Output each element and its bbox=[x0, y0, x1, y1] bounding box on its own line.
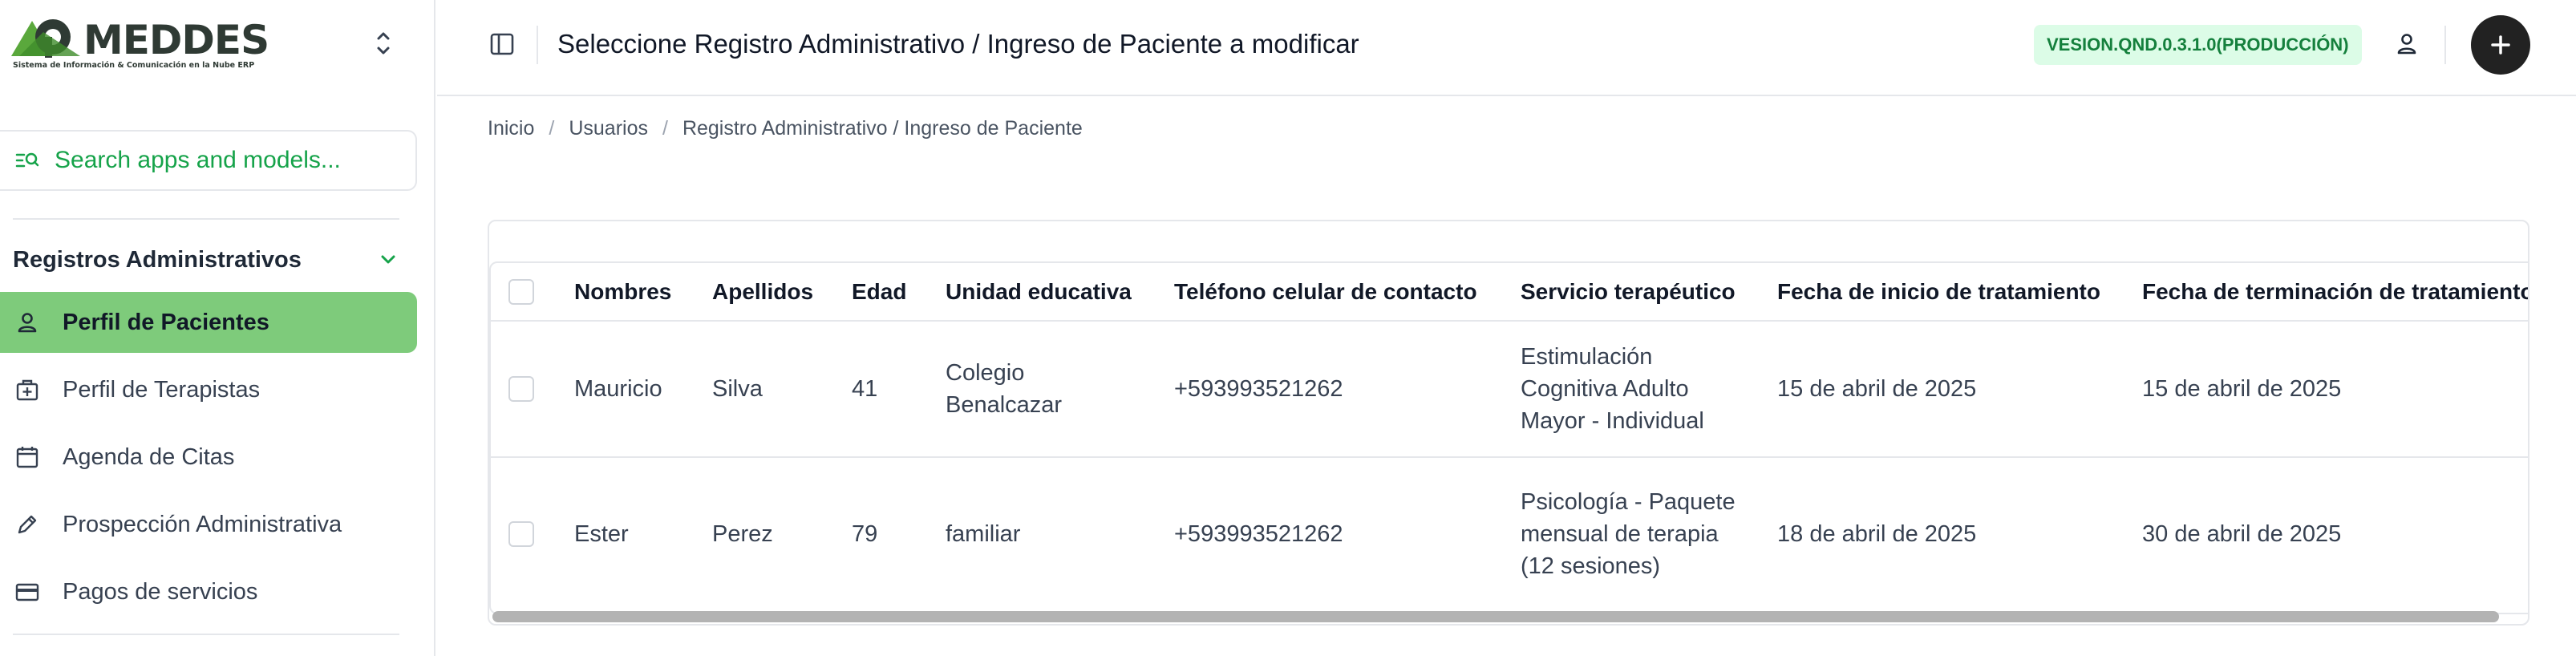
column-header[interactable]: Fecha de inicio de tratamiento bbox=[1777, 263, 2142, 322]
table-cell: 18 de abril de 2025 bbox=[1777, 520, 1977, 547]
table-cell: +593993521262 bbox=[1174, 321, 1521, 458]
meddes-logo-icon bbox=[11, 19, 80, 58]
table-cell: 79 bbox=[852, 520, 878, 547]
page-title: Seleccione Registro Administrativo / Ing… bbox=[557, 29, 1359, 59]
breadcrumb: Inicio / Usuarios / Registro Administrat… bbox=[488, 117, 1083, 140]
table-row[interactable]: Mauricio Silva 41 Colegio Benalcazar +59… bbox=[491, 321, 2528, 458]
table-cell[interactable]: Mauricio bbox=[574, 321, 712, 458]
sidebar-item-label: Prospección Administrativa bbox=[63, 511, 342, 537]
person-icon bbox=[18, 313, 37, 333]
table-cell: Psicología - Paquete mensual de terapia … bbox=[1521, 488, 1736, 579]
sidebar-item-agenda-citas[interactable]: Agenda de Citas bbox=[0, 427, 417, 488]
breadcrumb-separator: / bbox=[549, 117, 555, 140]
sidebar-group-title: Registros Administrativos bbox=[13, 246, 302, 273]
sidebar-toggle-icon[interactable] bbox=[488, 30, 516, 58]
header-divider bbox=[2444, 26, 2446, 64]
column-header[interactable]: Edad bbox=[852, 263, 946, 322]
user-icon[interactable] bbox=[2392, 30, 2421, 59]
row-checkbox[interactable] bbox=[508, 520, 534, 547]
table-cell: +593993521262 bbox=[1174, 520, 1343, 547]
add-button[interactable] bbox=[2471, 15, 2530, 75]
row-select-cell bbox=[491, 457, 574, 609]
brand-logo[interactable]: MEDDES Sistema de Información & Comunica… bbox=[11, 16, 269, 74]
table-cell: 15 de abril de 2025 bbox=[1777, 321, 2142, 458]
sidebar: MEDDES Sistema de Información & Comunica… bbox=[0, 0, 435, 656]
brand-name: MEDDES bbox=[83, 17, 269, 63]
breadcrumb-separator: / bbox=[662, 117, 668, 140]
select-all-cell bbox=[491, 263, 574, 322]
header-divider bbox=[537, 26, 538, 64]
breadcrumb-current: Registro Administrativo / Ingreso de Pac… bbox=[682, 117, 1083, 140]
sidebar-item-label: Pagos de servicios bbox=[63, 578, 258, 605]
column-header[interactable]: Unidad educativa bbox=[946, 263, 1174, 322]
table-cell: Silva bbox=[712, 321, 852, 458]
plus-icon bbox=[2491, 35, 2510, 55]
results-table-scroll: Nombres Apellidos Edad Unidad educativa … bbox=[489, 261, 2528, 614]
table-header-row: Nombres Apellidos Edad Unidad educativa … bbox=[491, 263, 2528, 322]
column-header[interactable]: Fecha de terminación de tratamiento bbox=[2142, 263, 2528, 322]
credit-card-icon bbox=[15, 583, 39, 601]
chevron-down-icon bbox=[381, 255, 395, 264]
table-cell: Estimulación Cognitiva Adulto Mayor - In… bbox=[1521, 321, 1777, 458]
search-input[interactable]: Search apps and models... bbox=[0, 130, 417, 191]
version-badge: VESION.QND.0.3.1.0(PRODUCCIÓN) bbox=[2034, 25, 2362, 65]
row-checkbox[interactable] bbox=[508, 376, 534, 402]
pencil-icon bbox=[18, 515, 37, 534]
table-cell: 30 de abril de 2025 bbox=[2142, 520, 2342, 547]
search-list-icon bbox=[15, 152, 39, 168]
table-cell: familiar bbox=[946, 520, 1021, 547]
results-container: Nombres Apellidos Edad Unidad educativa … bbox=[488, 220, 2529, 626]
table-cell: Perez bbox=[712, 520, 773, 547]
table-cell: 15 de abril de 2025 bbox=[2142, 321, 2528, 458]
sidebar-divider bbox=[13, 218, 399, 220]
results-table: Nombres Apellidos Edad Unidad educativa … bbox=[491, 263, 2528, 609]
sidebar-item-perfil-terapistas[interactable]: Perfil de Terapistas bbox=[0, 359, 417, 420]
brand-tagline: Sistema de Información & Comunicación en… bbox=[13, 61, 255, 70]
table-cell: Colegio Benalcazar bbox=[946, 321, 1174, 458]
select-all-checkbox[interactable] bbox=[508, 278, 534, 305]
medical-bag-icon bbox=[16, 379, 38, 401]
sidebar-group-header[interactable]: Registros Administrativos bbox=[13, 241, 398, 279]
sidebar-divider bbox=[13, 634, 399, 635]
search-placeholder: Search apps and models... bbox=[55, 147, 341, 173]
table-row[interactable]: Ester Perez 79 familiar +593993521262 Ps… bbox=[491, 457, 2528, 609]
column-header[interactable]: Servicio terapéutico bbox=[1521, 263, 1777, 322]
sidebar-item-pagos[interactable]: Pagos de servicios bbox=[0, 561, 417, 622]
table-cell[interactable]: Ester bbox=[574, 457, 712, 609]
calendar-icon bbox=[16, 447, 38, 468]
table-cell: 41 bbox=[852, 321, 946, 458]
column-header[interactable]: Apellidos bbox=[712, 263, 852, 322]
sidebar-item-label: Perfil de Pacientes bbox=[63, 309, 269, 335]
breadcrumb-usuarios[interactable]: Usuarios bbox=[569, 117, 648, 140]
sidebar-item-label: Agenda de Citas bbox=[63, 443, 235, 470]
sidebar-item-perfil-pacientes[interactable]: Perfil de Pacientes bbox=[0, 292, 417, 353]
column-header[interactable]: Teléfono celular de contacto bbox=[1174, 263, 1521, 322]
row-select-cell bbox=[491, 321, 574, 458]
top-header: Seleccione Registro Administrativo / Ing… bbox=[437, 0, 2576, 96]
sidebar-item-prospeccion[interactable]: Prospección Administrativa bbox=[0, 494, 417, 555]
column-header[interactable]: Nombres bbox=[574, 263, 712, 322]
sidebar-item-label: Perfil de Terapistas bbox=[63, 376, 261, 403]
horizontal-scrollbar[interactable] bbox=[492, 611, 2499, 622]
breadcrumb-inicio[interactable]: Inicio bbox=[488, 117, 534, 140]
chevron-up-down-icon[interactable] bbox=[371, 27, 396, 59]
